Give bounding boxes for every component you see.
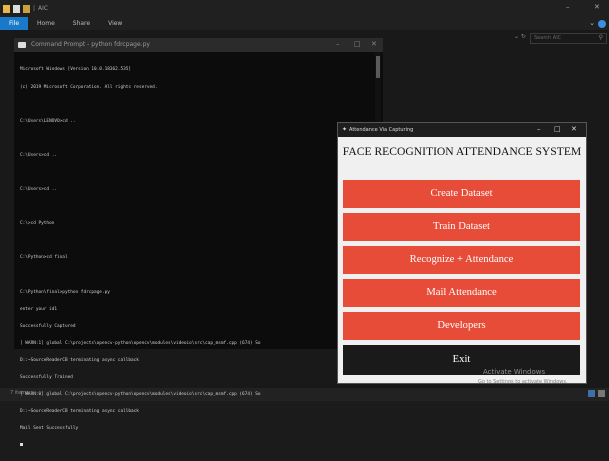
console-cursor-line [20, 443, 375, 449]
activation-watermark-title: Activate Windows [483, 368, 546, 376]
cmd-title: Command Prompt - python fdrcpage.py [31, 41, 150, 48]
console-line: D::~SourceReaderCB terminating async cal… [20, 409, 139, 415]
console-line: [ WARN:1] global C:\projects\opencv-pyth… [20, 340, 261, 346]
recognize-attendance-button[interactable]: Recognize + Attendance [343, 246, 580, 274]
console-line: Successfully Captured [20, 323, 76, 329]
explorer-titlebar: | AIC – ✕ [0, 0, 609, 17]
console-line: [ WARN:0] global C:\projects\opencv-pyth… [20, 392, 261, 398]
minimize-icon[interactable]: – [537, 125, 541, 133]
close-icon[interactable]: ✕ [571, 125, 577, 133]
cmd-titlebar[interactable]: Command Prompt - python fdrcpage.py – □ … [14, 38, 383, 52]
new-folder-icon[interactable] [23, 4, 30, 13]
console-line: C:\Users>cd .. [20, 187, 58, 193]
console-line: Microsoft Windows [Version 10.0.18362.53… [20, 67, 132, 73]
chevron-down-icon[interactable]: ⌄ [589, 19, 595, 27]
app-title: Attendance Via Capturing [349, 127, 414, 133]
tab-file[interactable]: File [0, 17, 29, 30]
minimize-icon[interactable]: – [336, 40, 340, 48]
console-line: C:\Users>cd .. [20, 152, 58, 158]
search-icon: ⚲ [598, 34, 603, 41]
large-icons-view-icon[interactable] [598, 390, 605, 397]
mail-attendance-button[interactable]: Mail Attendance [343, 279, 580, 307]
tab-home[interactable]: Home [28, 17, 64, 30]
text-cursor [20, 443, 23, 447]
console-line: C:\Python>cd final [20, 255, 68, 261]
tab-share[interactable]: Share [64, 17, 99, 30]
close-icon[interactable]: ✕ [594, 3, 600, 11]
close-icon[interactable]: ✕ [371, 40, 377, 48]
developers-button[interactable]: Developers [343, 312, 580, 340]
terminal-icon [18, 42, 26, 48]
scrollbar-thumb[interactable] [376, 56, 380, 78]
search-placeholder: Search AIC [534, 35, 562, 41]
create-dataset-button[interactable]: Create Dataset [343, 180, 580, 208]
maximize-icon[interactable]: □ [354, 40, 361, 48]
activation-watermark-subtitle: Go to Settings to activate Windows. [478, 379, 568, 385]
app-heading: FACE RECOGNITION ATTENDANCE SYSTEM [342, 145, 582, 158]
console-line: C:\>cd Python [20, 221, 55, 227]
folder-icon [3, 4, 10, 13]
help-icon[interactable] [598, 20, 606, 28]
details-view-icon[interactable] [588, 390, 595, 397]
command-prompt-window[interactable]: Command Prompt - python fdrcpage.py – □ … [14, 38, 383, 447]
console-line: C:\Python\final>python fdrcpage.py [20, 289, 110, 295]
properties-icon[interactable] [13, 4, 20, 13]
console-line: enter your id1 [20, 306, 58, 312]
console-line: Successfully Trained [20, 375, 73, 381]
window-title: AIC [38, 5, 49, 12]
app-titlebar[interactable]: ✦ Attendance Via Capturing – □ ✕ [338, 123, 586, 137]
train-dataset-button[interactable]: Train Dataset [343, 213, 580, 241]
refresh-icon[interactable]: ⌄ ↻ [514, 33, 526, 40]
attendance-app-window[interactable]: ✦ Attendance Via Capturing – □ ✕ FACE RE… [337, 122, 587, 384]
search-input[interactable]: Search AIC ⚲ [530, 33, 607, 44]
tab-view[interactable]: View [99, 17, 131, 30]
console-line: D::~SourceReaderCB terminating async cal… [20, 358, 139, 363]
console-line: (c) 2019 Microsoft Corporation. All righ… [20, 84, 158, 90]
maximize-icon[interactable]: □ [554, 125, 561, 133]
ribbon-tabs: File Home Share View ⌄ [0, 17, 609, 30]
console-output[interactable]: Microsoft Windows [Version 10.0.18362.53… [20, 56, 375, 461]
minimize-icon[interactable]: – [566, 3, 570, 11]
feather-icon: ✦ [342, 126, 348, 133]
separator: | [33, 5, 36, 12]
console-line: C:\Users\LENOVO>cd .. [20, 118, 76, 124]
console-line: Mail Sent Successfully [20, 426, 79, 432]
